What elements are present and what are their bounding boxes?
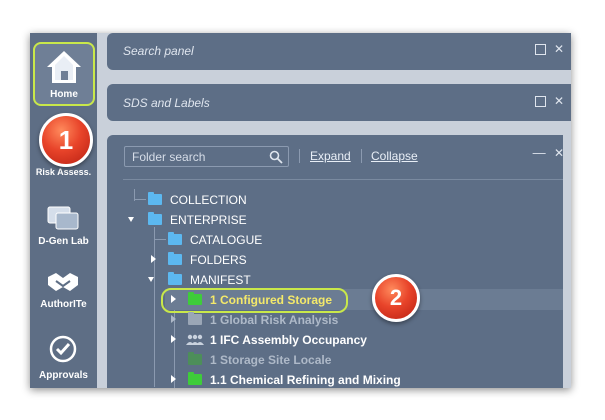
tree-item-chemical-refining[interactable]: 1.1 Chemical Refining and Mixing — [107, 371, 571, 388]
tree-item-ifc-assembly-occupancy[interactable]: 1 IFC Assembly Occupancy — [107, 331, 571, 349]
tree-item-manifest[interactable]: MANIFEST — [107, 271, 571, 289]
search-panel: Search panel ✕ — [107, 33, 571, 70]
tree-item-storage-site-locale[interactable]: 1 Storage Site Locale — [107, 351, 571, 369]
maximize-icon[interactable] — [534, 96, 546, 108]
rail-item-approvals[interactable]: Approvals — [30, 332, 97, 388]
rail-item-label: AuthorITe — [40, 299, 87, 310]
close-icon[interactable]: ✕ — [554, 94, 564, 108]
left-rail: Home Risk Assess. D-Gen Lab AuthorITe Ap… — [30, 33, 97, 388]
tree-item-label: 1 Global Risk Analysis — [210, 313, 339, 327]
tree-item-label: MANIFEST — [190, 273, 251, 287]
tree-item-label: 1 Configured Storage — [210, 293, 333, 307]
scroll-gutter[interactable] — [563, 135, 571, 388]
app-frame: Home Risk Assess. D-Gen Lab AuthorITe Ap… — [30, 33, 571, 388]
collapse-arrow-icon[interactable] — [148, 277, 154, 282]
panel-title: Search panel — [123, 44, 194, 58]
folder-icon — [168, 272, 182, 285]
folder-icon — [168, 252, 182, 265]
callout-number: 1 — [58, 125, 74, 155]
tree-item-label: FOLDERS — [190, 253, 247, 267]
sds-labels-panel: SDS and Labels ✕ — [107, 84, 571, 121]
tree-item-label: ENTERPRISE — [170, 213, 247, 227]
expand-arrow-icon[interactable] — [151, 255, 156, 263]
users-icon — [186, 334, 204, 345]
callout-badge-1: 1 — [39, 113, 93, 167]
maximize-icon[interactable] — [534, 44, 546, 56]
folder-icon — [148, 192, 162, 205]
rail-item-label: Home — [50, 89, 78, 100]
rail-item-authorite[interactable]: AuthorITe — [30, 265, 97, 315]
tree-item-label: COLLECTION — [170, 193, 247, 207]
folder-icon — [188, 292, 202, 305]
dgen-lab-icon — [47, 206, 79, 230]
tree-item-enterprise[interactable]: ENTERPRISE — [107, 211, 571, 229]
rail-item-dgen-lab[interactable]: D-Gen Lab — [30, 201, 97, 251]
rail-item-label: D-Gen Lab — [38, 236, 89, 247]
rail-item-label: Approvals — [39, 370, 88, 381]
rail-item-label: Risk Assess. — [35, 167, 92, 177]
callout-badge-2: 2 — [372, 274, 420, 322]
check-circle-icon — [49, 335, 77, 363]
close-icon[interactable]: ✕ — [554, 42, 564, 56]
expand-arrow-icon[interactable] — [171, 315, 176, 323]
home-icon — [47, 51, 81, 83]
tree-item-catalogue[interactable]: CATALOGUE — [107, 231, 571, 249]
folders-panel: Expand Collapse — ✕ COLLECTION E — [107, 135, 571, 388]
tree-item-label: CATALOGUE — [190, 233, 263, 247]
tree-item-label: 1 Storage Site Locale — [210, 353, 332, 367]
tree-item-configured-storage[interactable]: 1 Configured Storage — [107, 291, 571, 309]
folder-tree: COLLECTION ENTERPRISE CATALOGUE FOLDERS — [107, 135, 571, 388]
folder-icon — [148, 212, 162, 225]
handshake-icon — [48, 273, 78, 291]
rail-item-home[interactable]: Home — [33, 42, 95, 106]
panel-title: SDS and Labels — [123, 96, 210, 110]
tree-item-folders[interactable]: FOLDERS — [107, 251, 571, 269]
expand-arrow-icon[interactable] — [171, 295, 176, 303]
collapse-arrow-icon[interactable] — [128, 217, 134, 222]
folder-icon — [188, 372, 202, 385]
folder-icon — [188, 312, 202, 325]
tree-item-global-risk-analysis[interactable]: 1 Global Risk Analysis — [107, 311, 571, 329]
folder-icon — [188, 352, 202, 365]
expand-arrow-icon[interactable] — [171, 335, 176, 343]
tree-item-label: 1 IFC Assembly Occupancy — [210, 333, 367, 347]
expand-arrow-icon[interactable] — [171, 375, 176, 383]
callout-number: 2 — [389, 285, 403, 310]
folder-icon — [168, 232, 182, 245]
tree-item-label: 1.1 Chemical Refining and Mixing — [210, 373, 401, 387]
tree-item-collection[interactable]: COLLECTION — [107, 191, 571, 209]
